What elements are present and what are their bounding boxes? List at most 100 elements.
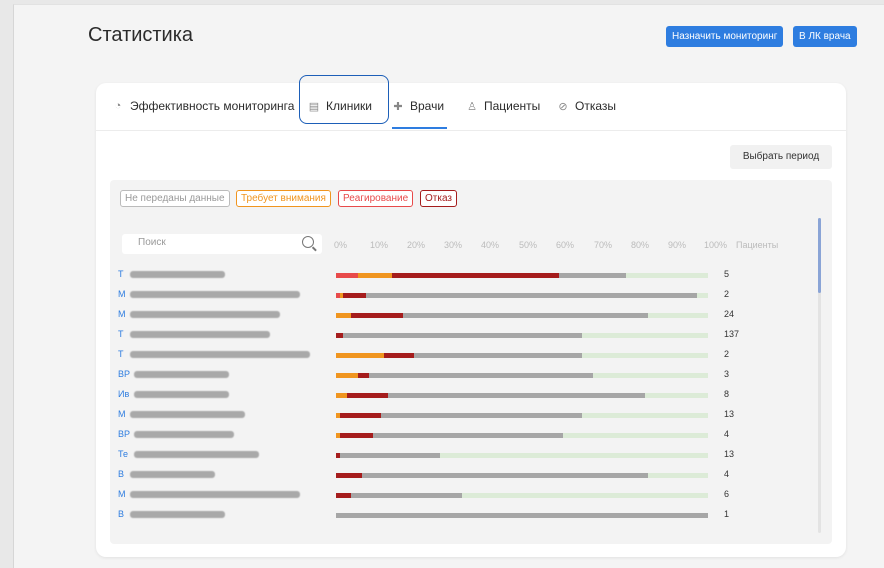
redacted-name (134, 451, 259, 458)
tab-monitoring-efficiency[interactable]: ◔ Эффективность мониторинга (112, 99, 295, 113)
doctor-name-link[interactable]: ВР (118, 429, 130, 439)
doctor-name-link[interactable]: Т (118, 329, 124, 339)
doctor-name-link[interactable]: М (118, 289, 126, 299)
patient-count: 8 (724, 389, 730, 399)
bar-segment-darkred (347, 393, 389, 398)
patient-count: 3 (724, 369, 730, 379)
tab-patients[interactable]: ♙ Пациенты (466, 99, 540, 113)
doctor-row[interactable]: М 24 (118, 307, 808, 323)
redacted-name (134, 431, 234, 438)
doctor-row[interactable]: ВР 4 (118, 427, 808, 443)
bar-segment-orange (336, 313, 351, 318)
axis-tick-label: 30% (444, 240, 463, 250)
bar-segment-darkred (339, 433, 374, 438)
doctor-row[interactable]: Ив 8 (118, 387, 808, 403)
status-distribution-bar (336, 513, 708, 518)
stats-card: ◔ Эффективность мониторинга ▤ Клиники ✚ … (96, 75, 846, 557)
redacted-name (134, 371, 229, 378)
assign-monitoring-button[interactable]: Назначить мониторинг (666, 26, 784, 47)
tab-doctors[interactable]: ✚ Врачи (392, 99, 444, 113)
axis-tick-label: 70% (594, 240, 613, 250)
status-distribution-bar (336, 293, 708, 298)
bar-segment-green (462, 493, 708, 498)
status-distribution-bar (336, 333, 708, 338)
bar-segment-green (648, 313, 708, 318)
redacted-name (130, 311, 280, 318)
doctor-name-link[interactable]: Т (118, 349, 124, 359)
redacted-name (130, 351, 310, 358)
patients-column-header: Пациенты (736, 240, 779, 250)
search-input[interactable]: Поиск (122, 234, 322, 254)
status-distribution-bar (336, 393, 708, 398)
search-placeholder: Поиск (138, 237, 166, 248)
doctor-row[interactable]: М 13 (118, 407, 808, 423)
medical-cross-icon: ✚ (393, 100, 403, 113)
patient-count: 6 (724, 489, 730, 499)
doctor-row[interactable]: Те 13 (118, 447, 808, 463)
doctor-name-link[interactable]: Т (118, 269, 124, 279)
doctor-row[interactable]: В4 (118, 467, 808, 483)
bar-segment-orange (336, 353, 385, 358)
patient-count: 13 (724, 449, 735, 459)
doctor-row[interactable]: М2 (118, 287, 808, 303)
bar-segment-green (562, 433, 708, 438)
legend-no-data[interactable]: Не переданы данные (120, 190, 230, 207)
bar-segment-gray (369, 373, 593, 378)
doctor-name-link[interactable]: В (118, 509, 124, 519)
doctor-cabinet-button[interactable]: В ЛК врача (793, 26, 857, 47)
redacted-name (130, 271, 225, 278)
patient-count: 13 (724, 409, 735, 419)
page-title: Статистика (88, 24, 194, 46)
bar-segment-gray (343, 333, 582, 338)
bar-segment-green (592, 373, 708, 378)
doctor-name-link[interactable]: М (118, 489, 126, 499)
doctor-row[interactable]: В1 (118, 507, 808, 523)
doctor-name-link[interactable]: Ив (118, 389, 129, 399)
status-distribution-bar (336, 453, 708, 458)
doctor-row[interactable]: Т2 (118, 347, 808, 363)
select-period-button[interactable]: Выбрать период (730, 145, 832, 169)
redacted-name (134, 391, 229, 398)
axis-tick-label: 80% (631, 240, 650, 250)
doctor-name-link[interactable]: М (118, 409, 126, 419)
bar-segment-darkred (350, 313, 403, 318)
scrollbar-thumb[interactable] (818, 218, 821, 293)
doctor-name-link[interactable]: Те (118, 449, 128, 459)
doctor-name-link[interactable]: М (118, 309, 126, 319)
bar-segment-gray (388, 393, 645, 398)
bar-segment-gray (365, 293, 697, 298)
legend-response[interactable]: Реагирование (338, 190, 414, 207)
doctor-row[interactable]: Т 137 (118, 327, 808, 343)
tab-label: Отказы (575, 99, 617, 113)
tab-label: Пациенты (484, 99, 541, 113)
tab-label: Врачи (410, 99, 445, 113)
bar-segment-green (648, 473, 708, 478)
bar-segment-orange (358, 273, 392, 278)
prohibit-icon: ⊘ (558, 100, 568, 113)
status-distribution-bar (336, 373, 708, 378)
bar-segment-gray (414, 353, 582, 358)
tab-focus-outline (299, 75, 389, 124)
legend-refusal[interactable]: Отказ (420, 190, 457, 207)
bar-segment-green (581, 333, 708, 338)
bar-segment-gray (373, 433, 563, 438)
doctor-row[interactable]: Т5 (118, 267, 808, 283)
doctor-row[interactable]: ВР 3 (118, 367, 808, 383)
scrollbar[interactable] (818, 218, 821, 533)
status-distribution-bar (336, 473, 708, 478)
doctor-name-link[interactable]: ВР (118, 369, 130, 379)
redacted-name (130, 331, 270, 338)
redacted-name (130, 291, 300, 298)
axis-tick-label: 0% (334, 240, 348, 250)
doctor-name-link[interactable]: В (118, 469, 124, 479)
patient-count: 137 (724, 329, 740, 339)
person-icon: ♙ (467, 100, 477, 113)
doctor-row[interactable]: М6 (118, 487, 808, 503)
patient-count: 1 (724, 509, 730, 519)
patient-count: 2 (724, 289, 730, 299)
legend-needs-attention[interactable]: Требует внимания (236, 190, 331, 207)
redacted-name (130, 471, 215, 478)
tab-refusals[interactable]: ⊘ Отказы (557, 99, 616, 113)
bar-segment-gray (339, 453, 441, 458)
patient-count: 4 (724, 429, 730, 439)
